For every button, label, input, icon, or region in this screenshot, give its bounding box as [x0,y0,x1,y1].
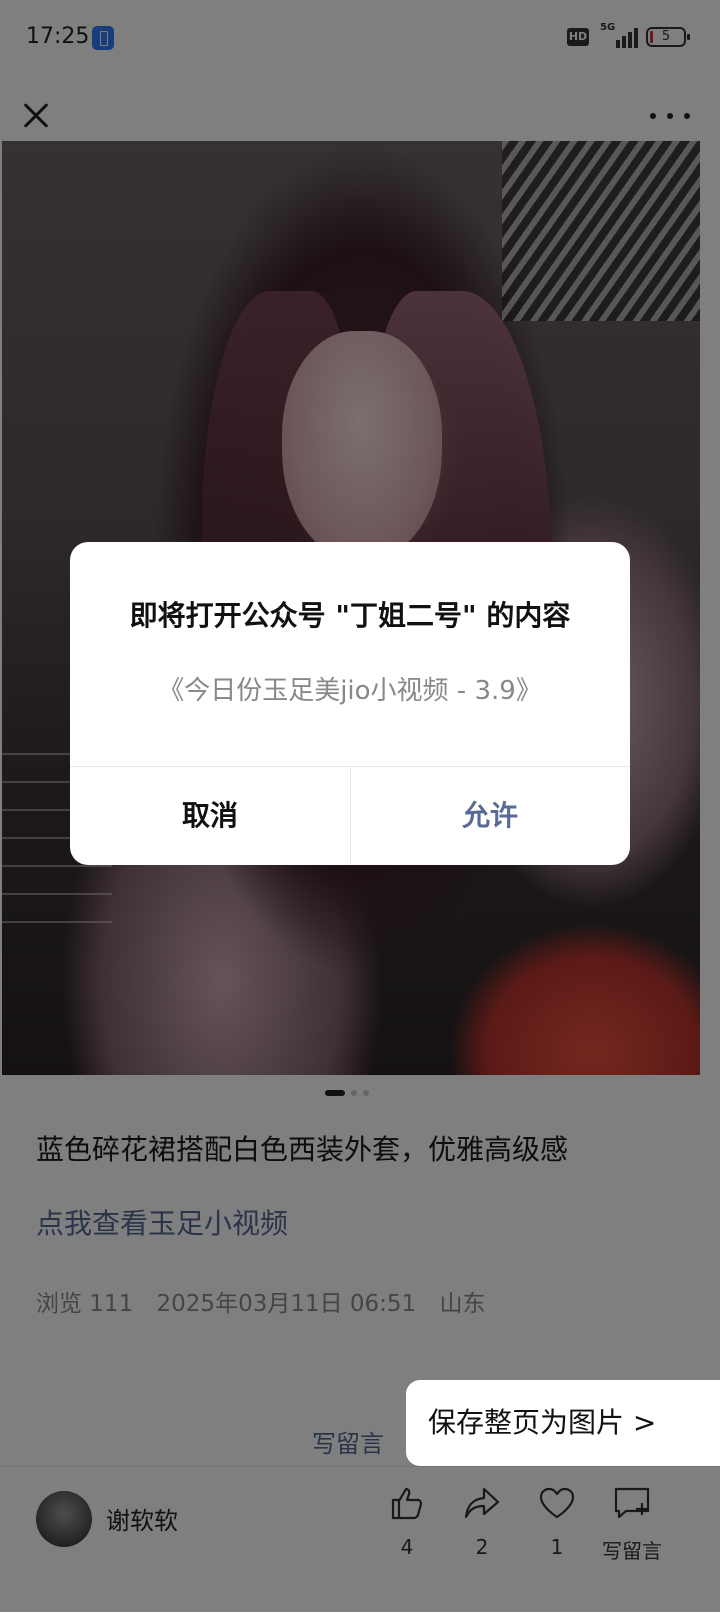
save-page-as-image-button[interactable]: 保存整页为图片 > [406,1380,720,1466]
allow-button[interactable]: 允许 [350,767,630,865]
dialog-title: 即将打开公众号 "丁姐二号" 的内容 [129,599,571,632]
cancel-button[interactable]: 取消 [70,767,350,865]
open-account-dialog: 即将打开公众号 "丁姐二号" 的内容 《今日份玉足美jio小视频 - 3.9》 … [70,542,630,865]
dialog-subtitle: 《今日份玉足美jio小视频 - 3.9》 [158,676,542,706]
